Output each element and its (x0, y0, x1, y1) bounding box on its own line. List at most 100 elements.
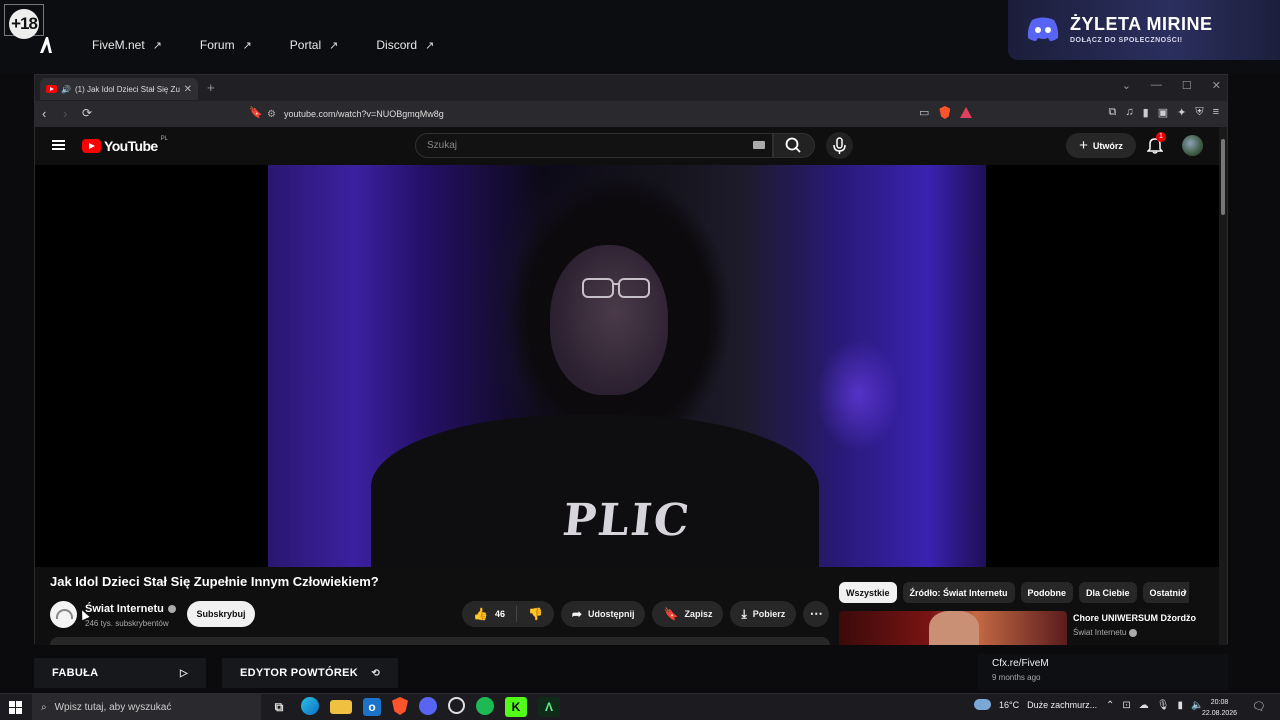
create-button[interactable]: + Utwórz (1066, 133, 1136, 158)
search-placeholder: Szukaj (427, 140, 458, 151)
spotify-icon[interactable] (476, 697, 494, 715)
share-button[interactable]: ➦ Udostępnij (560, 601, 646, 627)
thumbs-up-icon: 👍 (473, 607, 488, 621)
forward-icon[interactable]: › (63, 106, 67, 121)
discord-banner[interactable]: ŻYLETA MIRINE DOŁĄCZ DO SPOŁECZNOŚCI! (1008, 0, 1280, 60)
recommended-channel[interactable]: Świat Internetu (1073, 628, 1138, 637)
back-icon[interactable]: ‹ (42, 106, 46, 121)
download-button[interactable]: ⤓ Pobierz (730, 601, 797, 627)
wallet-icon[interactable]: ▣ (1158, 106, 1168, 119)
search-button[interactable] (773, 133, 815, 158)
discord-app-icon[interactable] (419, 697, 437, 715)
replay-editor-button[interactable]: EDYTOR POWTÓREK ⟲ (222, 658, 398, 688)
chip-similar[interactable]: Podobne (1020, 582, 1074, 603)
maximize-icon[interactable]: ☐ (1182, 79, 1192, 92)
discord-icon (1027, 17, 1059, 41)
recommended-thumbnail[interactable] (839, 611, 1067, 645)
browser-tab-youtube[interactable]: 🔊 (1) Jak Idol Dzieci Stał Się Zup ✕ (40, 78, 198, 100)
edge-icon[interactable] (301, 697, 319, 715)
cfx-news-card[interactable]: Cfx.re/FiveM 9 months ago (978, 654, 1228, 690)
youtube-wordmark: YouTube (104, 138, 158, 154)
chevron-up-icon[interactable]: ⌃ (1106, 700, 1114, 711)
reload-icon[interactable]: ⟳ (82, 106, 92, 120)
description-box[interactable] (50, 637, 830, 645)
vpn-icon[interactable]: ⛨ (1195, 106, 1203, 119)
replay-editor-label: EDYTOR POWTÓREK (240, 667, 358, 679)
nav-link-portal[interactable]: Portal ↗ (290, 38, 339, 52)
save-icon: 🔖 (663, 607, 679, 621)
taskbar-search[interactable]: ⌕ Wpisz tutaj, aby wyszukać (32, 694, 261, 720)
scrollbar-thumb[interactable] (1221, 139, 1225, 215)
outlook-icon[interactable]: o (363, 698, 381, 716)
voice-search-button[interactable] (826, 132, 853, 159)
video-player[interactable]: PLIC (35, 165, 1221, 567)
network-icon[interactable]: ⊡ (1122, 700, 1130, 711)
nav-link-discord[interactable]: Discord ↗ (376, 38, 434, 52)
extensions-icon[interactable]: ⧉ (1109, 106, 1117, 119)
site-info-icon[interactable]: ⚙ (267, 109, 276, 120)
channel-name[interactable]: Świat Internetu (85, 603, 176, 615)
refresh-icon: ⟲ (371, 667, 380, 679)
media-icon[interactable]: ♫ (1125, 106, 1133, 119)
youtube-header: YouTube PL Szukaj + Utwórz 1 (35, 127, 1221, 165)
battery-icon[interactable]: ▮ (1177, 700, 1183, 711)
menu-icon[interactable]: ≡ (1213, 106, 1219, 119)
chevron-right-icon[interactable]: › (1183, 584, 1187, 598)
sidebar-icon[interactable]: ▮ (1143, 106, 1149, 119)
brave-shield-icon[interactable] (939, 106, 951, 119)
keyboard-icon[interactable] (753, 141, 765, 149)
speaker-icon[interactable]: 🔊 (61, 85, 71, 94)
new-tab-icon[interactable]: + (207, 80, 215, 95)
steam-icon[interactable] (448, 697, 465, 714)
fivem-app-icon[interactable]: Λ (538, 697, 560, 717)
brave-icon[interactable] (392, 697, 408, 715)
close-tab-icon[interactable]: ✕ (184, 84, 192, 95)
clock-time: 20:08 (1210, 699, 1229, 706)
dislike-button[interactable]: 👎 (517, 601, 554, 627)
cloud-sync-icon[interactable]: ☁ (1139, 700, 1149, 711)
external-link-icon: ↗ (152, 39, 162, 52)
tab-list-icon[interactable]: ⌄ (1122, 79, 1131, 92)
window-controls: ⌄ — ☐ ✕ (1122, 79, 1221, 92)
taskbar-apps: ⧉ o K Λ (268, 697, 560, 717)
nav-link-forum[interactable]: Forum ↗ (200, 38, 252, 52)
account-avatar[interactable] (1182, 135, 1203, 156)
tab-strip: 🔊 (1) Jak Idol Dzieci Stał Się Zup ✕ + ⌄… (35, 75, 1227, 101)
leo-ai-icon[interactable]: ✦ (1177, 106, 1186, 119)
url-field[interactable]: ⚙ youtube.com/watch?v=NUOBgmqMw8g (267, 104, 967, 124)
discord-server-title: ŻYLETA MIRINE (1070, 14, 1213, 34)
windows-start-icon[interactable] (9, 701, 22, 714)
channel-avatar[interactable] (50, 601, 77, 628)
hamburger-menu-icon[interactable] (52, 140, 65, 150)
search-input[interactable]: Szukaj (415, 133, 773, 158)
fivem-logo-icon[interactable] (38, 36, 54, 54)
youtube-logo[interactable]: YouTube PL (82, 136, 168, 154)
story-mode-button[interactable]: FABUŁA ▷ (34, 658, 206, 688)
nav-link-fivem-net[interactable]: FiveM.net ↗ (92, 38, 162, 52)
file-explorer-icon[interactable] (330, 700, 352, 714)
like-button[interactable]: 👍 46 (462, 601, 516, 627)
notification-center-icon[interactable]: 🗨 (1252, 700, 1266, 713)
mic-tray-icon[interactable]: 🎙 (1157, 700, 1170, 711)
bookmark-icon[interactable]: 🔖 (249, 106, 263, 119)
weather-widget[interactable]: 16°C Duże zachmurz... (974, 699, 1097, 710)
microphone-icon (833, 137, 846, 154)
chip-all[interactable]: Wszystkie (839, 582, 897, 603)
system-clock[interactable]: 20:08 22.08.2026 (1202, 697, 1237, 719)
recommended-video[interactable]: Chore UNIWERSUM Džordžo Świat Internetu (839, 611, 1219, 645)
thumbs-down-icon: 👎 (527, 607, 543, 621)
close-window-icon[interactable]: ✕ (1212, 79, 1221, 92)
cast-icon[interactable]: ▭ (919, 106, 929, 119)
task-view-icon[interactable]: ⧉ (268, 697, 290, 717)
kick-icon[interactable]: K (505, 697, 527, 717)
page-scrollbar[interactable] (1219, 127, 1227, 645)
subscribe-button[interactable]: Subskrybuj (187, 601, 255, 627)
minimize-icon[interactable]: — (1151, 79, 1162, 92)
chip-for-you[interactable]: Dla Ciebie (1079, 582, 1137, 603)
more-actions-button[interactable]: ⋯ (803, 601, 830, 627)
play-icon: ▷ (180, 667, 188, 679)
recommended-title[interactable]: Chore UNIWERSUM Džordžo (1073, 613, 1196, 623)
chip-source[interactable]: Źródło: Świat Internetu (902, 582, 1015, 603)
brave-rewards-icon[interactable] (960, 107, 973, 118)
save-button[interactable]: 🔖 Zapisz (652, 601, 724, 627)
